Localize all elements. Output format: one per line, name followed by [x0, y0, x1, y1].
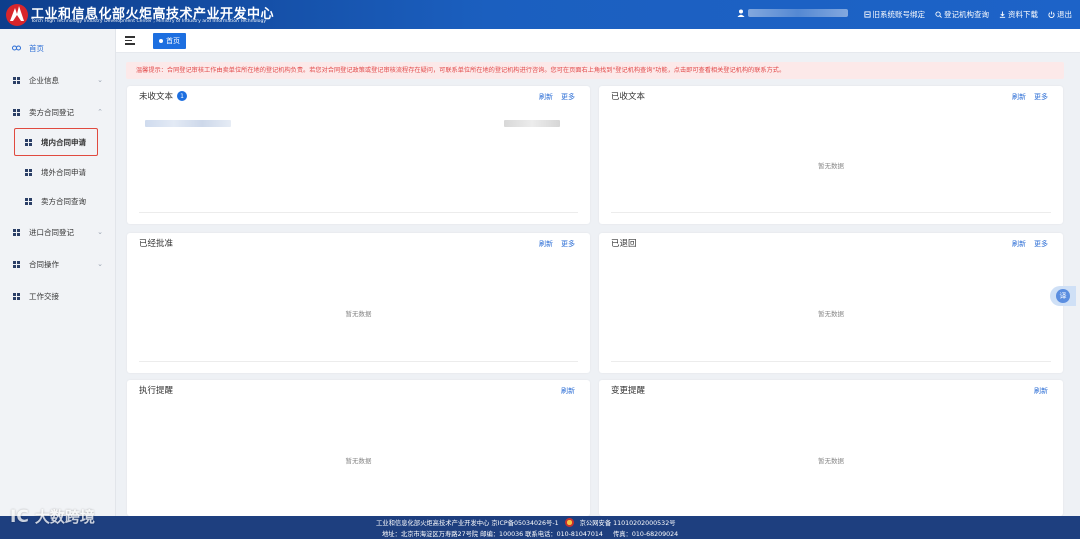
grid-icon [12, 76, 21, 85]
empty-state: 暂无数据 [345, 310, 372, 318]
translate-icon: 译 [1056, 289, 1070, 303]
chevron-down-icon: ⌄ [97, 228, 103, 236]
panel-actions: 刷新 更多 [1012, 239, 1048, 249]
refresh-link[interactable]: 刷新 [1034, 386, 1048, 396]
tabs-bar: 首页 [116, 29, 1080, 53]
more-link[interactable]: 更多 [1034, 239, 1048, 249]
sidebar-item-seller-contract-query[interactable]: 卖方合同查询 [0, 189, 116, 213]
count-badge: 1 [177, 91, 188, 101]
empty-state: 暂无数据 [818, 457, 844, 465]
refresh-link[interactable]: 刷新 [561, 386, 575, 396]
panel-actions: 刷新 更多 [539, 92, 575, 102]
police-badge-icon [564, 518, 574, 527]
sidebar-item-contract-operations[interactable]: 合同操作 ⌄ [0, 252, 116, 276]
panel-unreceived: 未收文本 1 刷新 更多 [127, 86, 590, 224]
top-links: 旧系统账号绑定 登记机构查询 资料下载 退出 [863, 9, 1072, 20]
divider [139, 212, 578, 213]
top-header: 工业和信息化部火炬高技术产业开发中心 Torch High Technology… [0, 0, 1080, 29]
panel-title: 已收文本 [611, 92, 646, 102]
divider [139, 361, 578, 362]
watermark-text: 大数跨境 [34, 508, 95, 526]
grid-icon [12, 292, 21, 301]
footer-line-1: 工业和信息化部火炬高技术产业开发中心 京ICP备05034026号-1 京公网安… [376, 518, 676, 527]
footer: 工业和信息化部火炬高技术产业开发中心 京ICP备05034026号-1 京公网安… [0, 516, 1080, 539]
download-icon [999, 11, 1006, 18]
panel-title: 未收文本 1 [139, 90, 188, 102]
bind-account-link[interactable]: 旧系统账号绑定 [863, 9, 925, 20]
panel-actions: 刷新 [561, 386, 575, 396]
menu-toggle-icon[interactable] [125, 36, 135, 46]
panel-change-reminder: 变更提醒 刷新 暂无数据 [599, 380, 1063, 516]
notice-banner: 温馨提示：合同登记审核工作由卖单位所在地的登记机构负责。若您对合同登记政策或登记… [126, 62, 1064, 79]
translate-float-button[interactable]: 译 [1050, 286, 1076, 306]
more-link[interactable]: 更多 [1034, 92, 1048, 102]
chevron-down-icon: ⌄ [97, 260, 103, 268]
panel-execution-reminder: 执行提醒 刷新 暂无数据 [127, 380, 590, 516]
divider [611, 212, 1051, 213]
tab-home[interactable]: 首页 [153, 33, 186, 49]
panel-actions: 刷新 更多 [1012, 92, 1048, 102]
footer-line-2: 地址：北京市海淀区万寿路27号院 邮编：100036 联系电话：010-8104… [382, 531, 679, 538]
registry-search-link[interactable]: 登记机构查询 [935, 9, 989, 20]
empty-state: 暂无数据 [818, 310, 844, 318]
more-link[interactable]: 更多 [561, 239, 575, 249]
sidebar-item-import-contract-registration[interactable]: 进口合同登记 ⌄ [0, 220, 116, 244]
search-icon [935, 11, 942, 18]
panel-returned: 已退回 刷新 更多 暂无数据 [599, 233, 1063, 373]
panel-actions: 刷新 更多 [539, 239, 575, 249]
grid-icon [24, 168, 33, 177]
user-account[interactable] [737, 9, 848, 17]
user-name-redacted [748, 9, 848, 17]
panel-title: 已经批准 [139, 239, 174, 249]
sidebar: 首页 企业信息 ⌄ 卖方合同登记 ⌃ 境内合同申请 境外合同申请 卖方合同查询 … [0, 29, 116, 516]
refresh-link[interactable]: 刷新 [539, 92, 553, 102]
refresh-link[interactable]: 刷新 [539, 239, 553, 249]
grid-icon [12, 228, 21, 237]
chevron-up-icon: ⌃ [97, 108, 103, 116]
sidebar-item-home[interactable]: 首页 [0, 36, 116, 60]
panel-title: 变更提醒 [611, 386, 646, 396]
watermark-logo: IC [10, 506, 29, 527]
bind-icon [863, 11, 871, 18]
refresh-link[interactable]: 刷新 [1012, 239, 1026, 249]
sidebar-item-seller-contract-registration[interactable]: 卖方合同登记 ⌃ [0, 100, 116, 124]
grid-icon [12, 108, 21, 117]
divider [611, 361, 1051, 362]
watermark: IC 大数跨境 [10, 506, 95, 527]
logout-link[interactable]: 退出 [1048, 9, 1072, 20]
grid-icon [12, 260, 21, 269]
grid-icon [24, 197, 33, 206]
sidebar-item-company-info[interactable]: 企业信息 ⌄ [0, 68, 116, 92]
downloads-link[interactable]: 资料下载 [999, 9, 1038, 20]
panel-title: 已退回 [611, 239, 637, 249]
redacted-document-date [504, 120, 560, 127]
panel-title: 执行提醒 [139, 386, 174, 396]
home-icon [12, 44, 21, 53]
highlight-box [14, 128, 98, 156]
user-icon [737, 9, 745, 17]
torch-logo-icon [6, 4, 28, 26]
more-link[interactable]: 更多 [561, 92, 575, 102]
empty-state: 暂无数据 [818, 162, 844, 170]
main-content: 温馨提示：合同登记审核工作由卖单位所在地的登记机构负责。若您对合同登记政策或登记… [116, 53, 1080, 516]
refresh-link[interactable]: 刷新 [1012, 92, 1026, 102]
redacted-document-title[interactable] [145, 120, 231, 127]
dot-icon [159, 39, 163, 43]
panel-approved: 已经批准 刷新 更多 暂无数据 [127, 233, 590, 373]
sidebar-item-work-handover[interactable]: 工作交接 [0, 284, 116, 308]
empty-state: 暂无数据 [345, 457, 372, 465]
chevron-down-icon: ⌄ [97, 76, 103, 84]
panel-received: 已收文本 刷新 更多 暂无数据 [599, 86, 1063, 224]
power-icon [1048, 11, 1055, 18]
site-subtitle: Torch High Technology Industry Developme… [31, 19, 267, 24]
panel-actions: 刷新 [1034, 386, 1048, 396]
sidebar-item-overseas-contract-application[interactable]: 境外合同申请 [0, 160, 116, 184]
